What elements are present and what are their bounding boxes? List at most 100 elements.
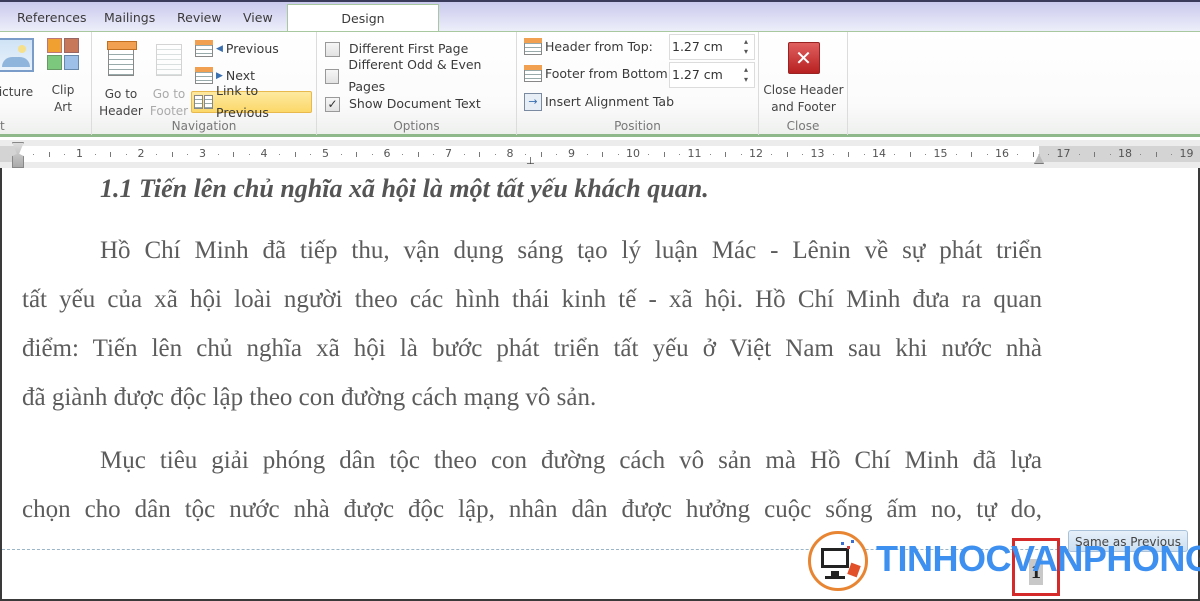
show-document-text-checkbox[interactable]: ✓ Show Document Text (323, 93, 483, 115)
different-odd-even-checkbox[interactable]: Different Odd & Even Pages (323, 57, 516, 94)
ruler-number: 6 (383, 147, 391, 160)
ruler-tick (1155, 152, 1157, 157)
ruler-tick (909, 152, 911, 157)
footer-from-bottom-label: Footer from Bottom: (545, 66, 672, 81)
paragraph-line: Hồ Chí Minh đã tiếp thu, vận dụng sáng t… (100, 237, 1042, 264)
go-to-footer-icon (156, 44, 182, 76)
go-to-footer-button[interactable]: Go to Footer (144, 38, 194, 120)
ruler-number: 19 (1179, 147, 1194, 160)
go-to-header-button[interactable]: Go to Header (96, 38, 146, 120)
header-from-top-label: Header from Top: (545, 39, 653, 54)
ruler-number: 5 (322, 147, 329, 160)
next-section-icon (195, 67, 213, 84)
ruler-dot (1109, 154, 1111, 155)
paragraph-line: điểm: Tiến lên chủ nghĩa xã hội là bước … (22, 335, 1042, 362)
ruler-tick (233, 152, 235, 157)
clip-art-button[interactable]: Clip Art (46, 38, 80, 116)
header-from-top-value: 1.27 cm (672, 39, 723, 54)
ruler-dot (402, 154, 404, 155)
ruler-tick (540, 152, 542, 157)
insert-alignment-tab-button[interactable]: → Insert Alignment Tab (522, 91, 676, 113)
ruler-tick (356, 152, 358, 157)
ruler-number: 2 (137, 147, 145, 160)
clip-art-label-2: Art (54, 100, 72, 114)
ruler-tick (1094, 152, 1096, 157)
ruler-tick (110, 152, 112, 157)
insert-group: icture Clip Art t (0, 32, 92, 135)
close-group: ✕ Close Header and Footer Close (759, 32, 848, 135)
ruler-number: 15 (933, 147, 948, 160)
close-x-icon: ✕ (787, 42, 820, 74)
options-group-label: Options (393, 119, 440, 133)
ruler-dot (955, 154, 957, 155)
ruler-number: 11 (687, 147, 702, 160)
insert-group-label: t (0, 119, 5, 133)
ruler-dot (94, 154, 96, 155)
ruler-number: 13 (810, 147, 825, 160)
ruler-number: 7 (445, 147, 452, 160)
paragraph-1: Hồ Chí Minh đã tiếp thu, vận dụng sáng t… (22, 226, 1042, 422)
previous-button[interactable]: ◀ Previous (193, 38, 281, 60)
document-page[interactable]: 1.1 Tiến lên chủ nghĩa xã hội là một tất… (0, 168, 1200, 601)
footer-from-bottom-value: 1.27 cm (672, 67, 723, 82)
close-header-footer-label-2: and Footer (771, 100, 836, 114)
footer-from-bottom-label-wrap: Footer from Bottom: (522, 63, 674, 85)
ruler-dot (586, 154, 588, 155)
ruler-dot (248, 154, 250, 155)
ruler-number: 3 (199, 147, 206, 160)
close-header-footer-label-1: Close Header (763, 83, 844, 97)
ruler-dot (709, 154, 711, 155)
previous-label: Previous (225, 41, 279, 56)
ruler-number: 14 (872, 147, 886, 160)
close-group-label: Close (786, 119, 820, 133)
previous-section-icon (195, 40, 213, 57)
go-to-footer-label-2: Footer (149, 104, 189, 118)
ruler-tick (479, 152, 481, 157)
paragraph-2: Mục tiêu giải phóng dân tộc theo con đườ… (22, 436, 1042, 534)
spinner-arrows-icon[interactable]: ▴ ▾ (744, 37, 748, 57)
ruler-tick (294, 152, 296, 157)
ruler-dot (310, 154, 312, 155)
picture-button[interactable]: icture (0, 38, 40, 101)
ruler-dot (525, 154, 527, 155)
paragraph-line: chọn cho dân tộc nước nhà được độc lập, … (22, 496, 1042, 523)
ruler-dot (340, 154, 342, 155)
ruler-dot (187, 154, 189, 155)
checkbox-unchecked-icon (325, 41, 340, 57)
ruler-dot (617, 154, 619, 155)
ruler-number: 8 (506, 147, 514, 160)
tab-view[interactable]: View (243, 6, 273, 32)
link-to-previous-button[interactable]: Link to Previous (191, 83, 312, 120)
header-from-top-spinner[interactable]: 1.27 cm ▴ ▾ (669, 34, 755, 60)
tab-mailings[interactable]: Mailings (104, 6, 155, 32)
spinner-arrows-icon[interactable]: ▴ ▾ (744, 65, 748, 85)
ruler-tick (48, 152, 50, 157)
tab-references[interactable]: References (17, 6, 86, 32)
go-to-header-label-2: Header (99, 104, 143, 118)
ruler-number: 10 (626, 147, 640, 160)
go-to-footer-label-1: Go to (152, 87, 186, 101)
show-document-text-label: Show Document Text (349, 96, 481, 111)
ruler-dot (433, 154, 435, 155)
navigation-group-label: Navigation (171, 119, 237, 133)
tab-stop-icon[interactable]: ⊥ (526, 156, 535, 167)
ruler-number: 17 (1056, 147, 1071, 160)
go-to-header-label-1: Go to (104, 87, 138, 101)
ruler-number: 12 (749, 147, 763, 160)
tab-review[interactable]: Review (177, 6, 222, 32)
ruler-dot (679, 154, 681, 155)
paragraph-line: Mục tiêu giải phóng dân tộc theo con đườ… (100, 447, 1042, 474)
watermark-text: TINHOCVANPHONG (876, 538, 1200, 579)
ruler-dot (925, 154, 927, 155)
close-header-footer-button[interactable]: ✕ Close Header and Footer (759, 38, 848, 116)
horizontal-ruler[interactable]: ⊥ 1 2 3 4 5 6 7 8 9 10 11 12 13 14 15 16 17 18 19 (0, 140, 1200, 168)
ruler-number: 4 (260, 147, 268, 160)
ruler-tick (663, 152, 665, 157)
different-odd-even-label: Different Odd & Even Pages (348, 57, 482, 94)
footer-from-bottom-spinner[interactable]: 1.27 cm ▴ ▾ (669, 62, 755, 88)
ruler-tick (602, 152, 604, 157)
ruler-tick (786, 152, 788, 157)
paragraph-line: tất yếu của xã hội loài người theo các h… (22, 286, 1042, 313)
ruler-dot (1017, 154, 1019, 155)
header-position-icon (524, 38, 542, 55)
